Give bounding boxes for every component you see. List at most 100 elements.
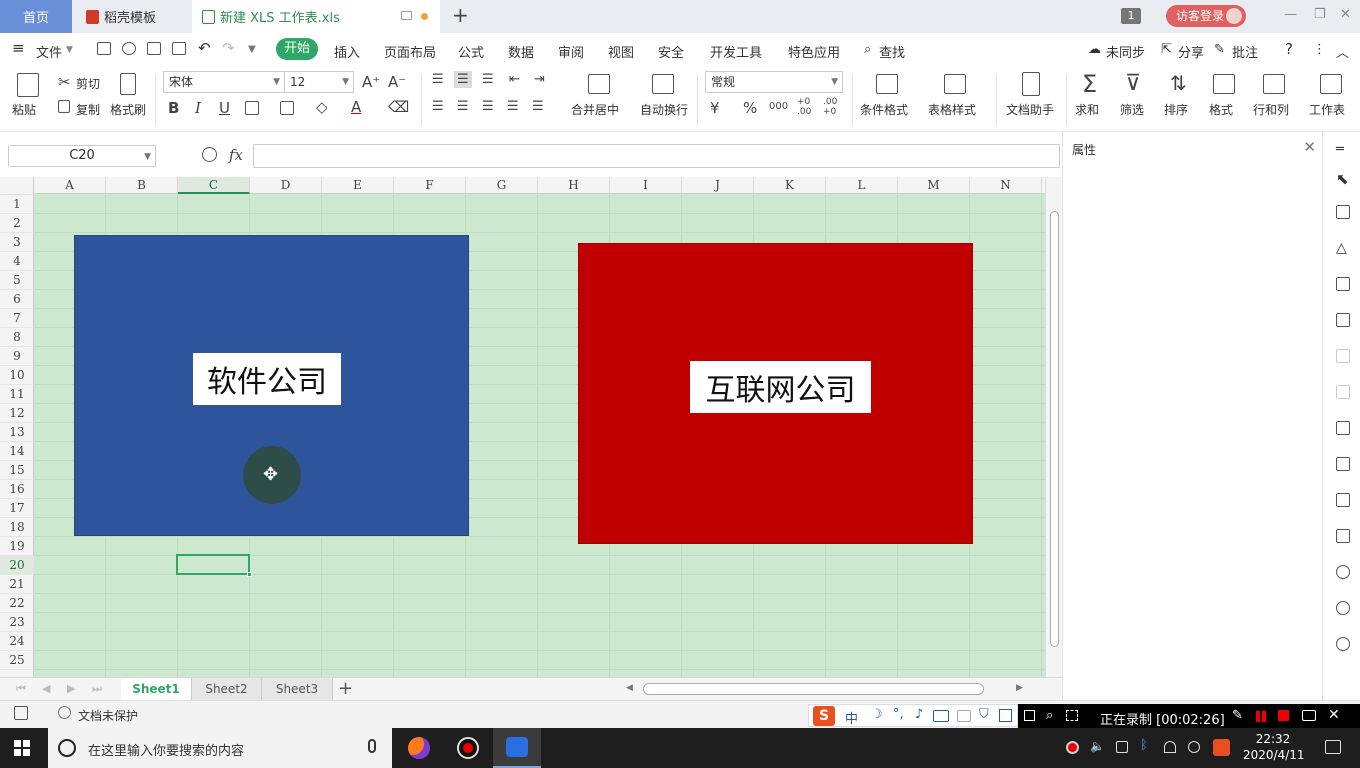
sogou-icon[interactable]: S: [813, 706, 835, 726]
monitor-icon[interactable]: [401, 11, 412, 20]
decrease-font-button[interactable]: A⁻: [388, 73, 406, 91]
column-header-d[interactable]: D: [250, 177, 322, 194]
document-protection-status[interactable]: 文档未保护: [78, 707, 138, 724]
internet-company-box[interactable]: 互联网公司: [578, 243, 973, 544]
underline-button[interactable]: U: [219, 99, 230, 117]
justify-icon[interactable]: ☰: [507, 99, 519, 114]
filter-button[interactable]: 筛选: [1120, 101, 1144, 118]
column-header-i[interactable]: I: [610, 177, 682, 194]
camera-icon[interactable]: [1302, 710, 1316, 721]
row-header-6[interactable]: 6: [0, 290, 34, 309]
close-recorder-icon[interactable]: ✕: [1328, 707, 1340, 723]
thousands-button[interactable]: 000: [769, 101, 788, 112]
pause-icon[interactable]: [1256, 711, 1260, 722]
merge-center-button[interactable]: 合并居中: [571, 101, 619, 118]
menu-data[interactable]: 数据: [508, 42, 534, 61]
format-icon[interactable]: [1213, 74, 1235, 94]
print-preview-icon[interactable]: [172, 42, 186, 55]
redo-icon[interactable]: ↷: [222, 39, 235, 57]
paste-button[interactable]: 粘贴: [12, 101, 36, 118]
vertical-scrollbar[interactable]: [1045, 177, 1062, 677]
sogou-tray-icon[interactable]: [1213, 739, 1230, 756]
number-format-select[interactable]: 常规 ▼: [705, 71, 843, 93]
prev-sheet-icon[interactable]: ◀: [42, 682, 50, 695]
windows-start-icon[interactable]: [14, 740, 30, 756]
wrap-text-button[interactable]: 自动换行: [640, 101, 688, 118]
software-company-label[interactable]: 软件公司: [193, 353, 341, 405]
ime-mode[interactable]: 中: [845, 708, 858, 727]
menu-start[interactable]: 开始: [276, 38, 318, 60]
font-color-button[interactable]: A: [351, 98, 361, 116]
column-header-l[interactable]: L: [826, 177, 898, 194]
tab-home[interactable]: 首页: [0, 0, 72, 33]
fill-color-icon[interactable]: ◇: [316, 98, 328, 116]
menu-review[interactable]: 审阅: [558, 42, 584, 61]
archive-icon[interactable]: [1336, 493, 1350, 507]
format-painter-button[interactable]: 格式刷: [110, 101, 146, 118]
selected-cell[interactable]: [176, 554, 252, 577]
moon-icon[interactable]: ☽: [871, 707, 883, 722]
conditional-format-icon[interactable]: [876, 74, 898, 94]
paste-icon[interactable]: [17, 73, 39, 97]
align-center-icon[interactable]: ☰: [457, 99, 469, 114]
grid-menu-icon[interactable]: [999, 709, 1012, 722]
help-icon[interactable]: [1336, 637, 1350, 651]
formula-input[interactable]: [253, 144, 1060, 168]
row-header-1[interactable]: 1: [0, 195, 34, 214]
cut-button[interactable]: 剪切: [76, 75, 100, 92]
italic-button[interactable]: I: [195, 99, 201, 117]
bold-button[interactable]: B: [168, 99, 179, 117]
fill-pattern-icon[interactable]: [280, 101, 294, 115]
hamburger-icon[interactable]: ≡: [12, 39, 25, 57]
customize-toolbar-icon[interactable]: ▼: [248, 44, 256, 55]
sum-button[interactable]: 求和: [1075, 101, 1099, 118]
row-header-15[interactable]: 15: [0, 461, 34, 480]
row-header-24[interactable]: 24: [0, 632, 34, 651]
column-header-b[interactable]: B: [106, 177, 178, 194]
transform-icon[interactable]: [1336, 385, 1350, 399]
history-icon[interactable]: [1336, 601, 1350, 615]
battery-icon[interactable]: [1116, 741, 1128, 753]
column-header-m[interactable]: M: [898, 177, 970, 194]
worksheet-button[interactable]: 工作表: [1309, 101, 1345, 118]
print-icon[interactable]: [147, 42, 161, 55]
align-middle-icon[interactable]: ☰: [454, 71, 472, 88]
sort-button[interactable]: 排序: [1164, 101, 1188, 118]
tab-template[interactable]: 稻壳模板: [74, 0, 190, 33]
scroll-left-icon[interactable]: ◀: [626, 683, 633, 693]
increase-indent-icon[interactable]: ⇥: [534, 72, 545, 87]
table-style-icon[interactable]: [944, 74, 966, 94]
row-header-16[interactable]: 16: [0, 480, 34, 499]
menu-security[interactable]: 安全: [658, 42, 684, 61]
align-right-icon[interactable]: ☰: [482, 99, 494, 114]
filter-icon[interactable]: ⊽: [1125, 71, 1141, 96]
menu-view[interactable]: 视图: [608, 42, 634, 61]
window-icon[interactable]: [1024, 710, 1035, 721]
row-header-3[interactable]: 3: [0, 233, 34, 252]
notification-icon[interactable]: [1325, 740, 1341, 754]
align-left-icon[interactable]: ☰: [432, 99, 444, 114]
network-off-icon[interactable]: [1188, 741, 1200, 753]
window-count-badge[interactable]: 1: [1121, 8, 1141, 24]
menu-search[interactable]: 查找: [879, 42, 905, 61]
last-sheet-icon[interactable]: ⏭: [92, 682, 102, 696]
system-clock[interactable]: 22:32 2020/4/11: [1243, 731, 1305, 763]
new-tab-button[interactable]: +: [452, 5, 469, 25]
search-icon[interactable]: ⌕: [864, 42, 871, 57]
chevron-down-icon[interactable]: ▼: [66, 45, 73, 55]
eraser-icon[interactable]: ⌫: [388, 98, 409, 116]
menu-special[interactable]: 特色应用: [788, 42, 840, 61]
visitor-login-button[interactable]: 访客登录: [1166, 5, 1246, 27]
wifi-icon[interactable]: [1164, 741, 1176, 753]
row-header-11[interactable]: 11: [0, 385, 34, 404]
column-header-j[interactable]: J: [682, 177, 754, 194]
decrease-decimal-button[interactable]: .00 +0: [823, 97, 841, 117]
row-col-icon[interactable]: [1263, 74, 1285, 94]
taskbar-recorder[interactable]: [444, 728, 492, 768]
sync-status[interactable]: 未同步: [1106, 42, 1145, 61]
row-header-7[interactable]: 7: [0, 309, 34, 328]
format-button[interactable]: 格式: [1209, 101, 1233, 118]
row-header-9[interactable]: 9: [0, 347, 34, 366]
row-header-2[interactable]: 2: [0, 214, 34, 233]
increase-font-button[interactable]: A⁺: [362, 73, 380, 91]
